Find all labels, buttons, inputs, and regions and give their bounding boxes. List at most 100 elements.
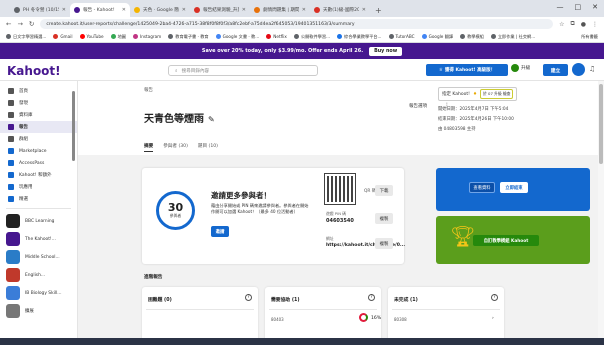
url-field[interactable]: create.kahoot.it/user-reports/challenge/… [40, 19, 554, 29]
browser-tab[interactable]: 天數(1)級-國際2025年...✕ [310, 3, 370, 17]
bookmark-item[interactable]: Google 翻譯 [421, 33, 454, 40]
address-bar: ← → ↻ create.kahoot.it/user-reports/chal… [0, 17, 604, 31]
search-input[interactable]: ⌕ 搜尋目錄內容 [168, 65, 318, 76]
all-bookmarks-folder[interactable]: 所有書籤 [581, 34, 598, 40]
tab-summary[interactable]: 摘要 [144, 143, 154, 152]
buy-now-button[interactable]: Buy now [369, 46, 403, 56]
report-options-button[interactable]: 報告選項 [409, 103, 427, 109]
close-tab-icon[interactable]: ✕ [362, 7, 366, 13]
bookmark-item[interactable]: Gmail [53, 34, 73, 40]
tab-participants[interactable]: 參與者 (30) [163, 143, 188, 152]
scrollbar-thumb[interactable] [599, 84, 603, 164]
bookmark-item[interactable]: YouTube [79, 34, 104, 40]
sidebar-item[interactable]: Marketplace [0, 145, 77, 157]
star-icon[interactable]: ☆ [559, 21, 564, 28]
copy-link-button[interactable]: 複製 [375, 238, 393, 249]
browser-tab[interactable]: PH 冬令營 (10/15) · 04/03/2025...✕ [10, 3, 70, 17]
sidebar-group-item[interactable]: The Kahoot!... [0, 230, 77, 248]
report-tabs: 摘要 參與者 (30) 題目 (10) [144, 143, 218, 152]
upgrade-button[interactable]: 升級 [511, 64, 530, 72]
bookmark-item[interactable]: TutorABC [388, 34, 415, 40]
copy-pin-button[interactable]: 複製 [375, 213, 393, 224]
end-now-button[interactable]: 立即結束 [500, 182, 528, 193]
bookmark-item[interactable]: 日文字學習精選... [6, 34, 46, 40]
sidebar-group-item[interactable]: IB Biology Skill... [0, 284, 77, 302]
sidebar-item-label: 首頁 [19, 89, 28, 94]
bookmark-label: Google 翻譯 [428, 33, 454, 39]
sidebar-group-item[interactable]: English... [0, 266, 77, 284]
help-icon[interactable]: ? [491, 294, 498, 301]
close-tab-icon[interactable]: ✕ [182, 7, 186, 13]
bookmark-item[interactable]: 教育電子書 · 教育 [168, 34, 209, 40]
reload-icon[interactable]: ↻ [29, 20, 34, 28]
bookmark-item[interactable]: 教學模組 [460, 34, 484, 40]
need-help-panel[interactable]: 需要協助 (1) ? 80403 16% [265, 287, 381, 345]
incomplete-panel[interactable]: 未完成 (1) ? 80308 › [388, 287, 504, 345]
browser-tab[interactable]: 劇情問題集 | 期間回答✕ [250, 3, 310, 17]
chevron-right-icon[interactable]: › [492, 316, 494, 321]
download-qr-button[interactable]: 下載 [375, 185, 393, 196]
extensions-icon[interactable]: ⧉ [570, 20, 574, 28]
assigned-kahoot[interactable]: 指定 Kahoot! ♦ 於 07 升級 檢查 [438, 87, 518, 101]
close-tab-icon[interactable]: ✕ [242, 7, 246, 13]
close-window-button[interactable]: ✕ [592, 3, 598, 11]
bookmark-item[interactable]: 公開軟件學習... [293, 34, 330, 40]
sidebar-item[interactable]: 精選 [0, 193, 77, 205]
invite-button[interactable]: 邀請 [211, 226, 229, 237]
sidebar-group-item[interactable]: 擴展 [0, 302, 77, 320]
end-date: 結束日期：2025年4月26日 下午10:00 [438, 117, 514, 122]
sidebar-scrollbar[interactable] [72, 91, 75, 161]
new-tab-button[interactable]: + [370, 6, 387, 17]
minimize-button[interactable]: — [557, 3, 564, 11]
bookmark-item[interactable]: 綜合學業教學平台... [337, 34, 382, 40]
browser-tab[interactable]: 天色 · Google 簡報✕ [130, 3, 190, 17]
sidebar-item[interactable]: 資料庫 [0, 109, 77, 121]
close-tab-icon[interactable]: ✕ [122, 7, 126, 13]
browser-tab[interactable]: 報告 - Kahoot! ✕ [70, 3, 130, 17]
sidebar-item[interactable]: AccessPass [0, 157, 77, 169]
bookmark-favicon [266, 34, 272, 39]
sidebar-group-item[interactable]: BBC Learning [0, 212, 77, 230]
section-title: 進階報告 [144, 275, 163, 280]
maximize-button[interactable]: □ [575, 3, 582, 11]
tab-questions[interactable]: 題目 (10) [198, 143, 218, 152]
avatar[interactable] [572, 63, 585, 76]
get-premium-button[interactable]: ♕ 獲得 Kahoot! 高級版！ [426, 64, 508, 76]
back-icon[interactable]: ← [6, 20, 11, 28]
sidebar-item[interactable]: 玩應用 [0, 181, 77, 193]
bookmark-item[interactable]: 立即作業 | 社交網... [490, 34, 535, 40]
bookmark-item[interactable]: Instagram [132, 34, 161, 40]
sidebar-item[interactable]: Kahoot! 和額外 [0, 169, 77, 181]
start-date: 開始日期：2025年4月7日 下午5:04 [438, 107, 509, 112]
browser-tab[interactable]: 報告結果測驗_升旗年級.pdf✕ [190, 3, 250, 17]
player-name: 80308 [394, 317, 407, 322]
menu-icon[interactable]: ⋮ [592, 21, 598, 28]
kahoot-logo[interactable]: Kahoot! [7, 64, 61, 78]
sidebar-item[interactable]: 首頁 [0, 85, 77, 97]
main-scrollbar[interactable] [598, 81, 604, 345]
create-button[interactable]: 建立 [543, 64, 568, 76]
close-tab-icon[interactable]: ✕ [302, 7, 306, 13]
help-icon[interactable]: ? [245, 294, 252, 301]
sidebar-item[interactable]: 群組 [0, 133, 77, 145]
bookmark-item[interactable]: 地圖 [110, 34, 126, 40]
sidebar-item[interactable]: 發現 [0, 97, 77, 109]
tab-title: 天數(1)級-國際2025年... [323, 8, 359, 13]
profile-icon[interactable]: ● [581, 21, 586, 28]
participant-count-ring: 30 參與者 [156, 191, 195, 230]
bookmark-item[interactable]: Netflix [266, 34, 287, 40]
sidebar-item[interactable]: 報告 [0, 121, 77, 133]
premium-icon: ♕ [438, 67, 443, 73]
sidebar-item-icon [8, 172, 14, 178]
sidebar-group-item[interactable]: Middle School... [0, 248, 77, 266]
help-icon[interactable]: ? [368, 294, 375, 301]
sidebar-item-icon [8, 112, 14, 118]
close-tab-icon[interactable]: ✕ [62, 7, 66, 13]
notification-icon[interactable]: ♫ [589, 65, 595, 73]
edit-icon[interactable]: ✎ [208, 115, 215, 124]
forward-icon[interactable]: → [17, 20, 22, 28]
custom-kahoot-button[interactable]: 自訂教學模組 Kahoot [473, 235, 539, 246]
bookmark-item[interactable]: Google 文書 · 教... [215, 34, 259, 40]
view-data-button[interactable]: 查看資料 [469, 182, 495, 193]
difficult-questions-panel[interactable]: 困難題 (0) ? [142, 287, 258, 345]
